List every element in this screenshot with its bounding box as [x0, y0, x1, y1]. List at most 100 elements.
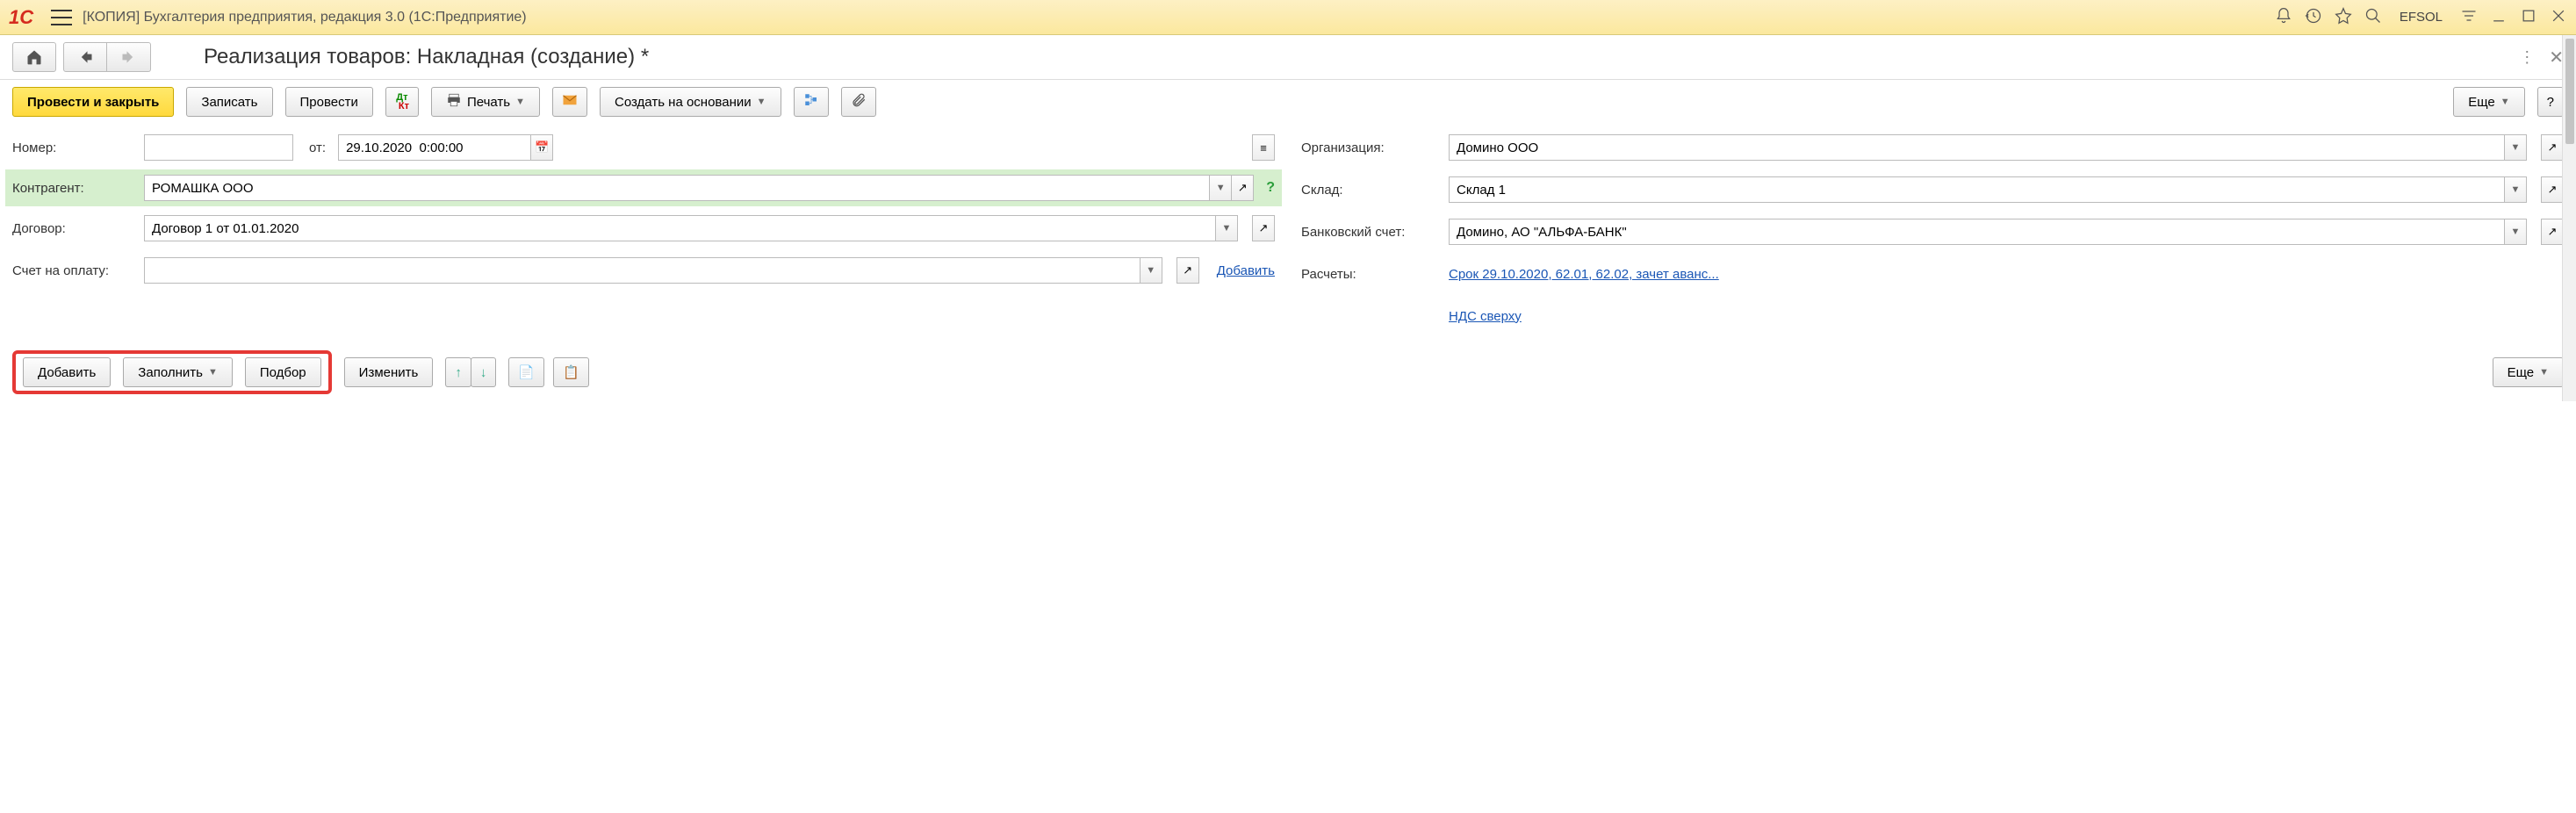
settings-lines-icon[interactable] — [2460, 7, 2478, 27]
help-icon[interactable]: ? — [1266, 180, 1275, 196]
back-button[interactable] — [63, 42, 107, 72]
bank-row: Банковский счет: ▼ ↗ — [1301, 217, 2564, 247]
open-button[interactable]: ↗ — [1231, 175, 1254, 201]
arrow-up-icon: ↑ — [455, 365, 462, 380]
paste-button[interactable]: 📋 — [553, 357, 589, 387]
star-icon[interactable] — [2335, 7, 2352, 27]
page-menu-icon[interactable]: ⋮ — [2519, 48, 2535, 67]
chevron-down-icon: ▼ — [515, 97, 525, 107]
chevron-down-icon: ▼ — [1222, 223, 1232, 234]
table-more-button[interactable]: Еще ▼ — [2493, 357, 2564, 387]
calendar-icon: 📅 — [535, 140, 549, 155]
move-down-button[interactable]: ↓ — [471, 357, 497, 387]
chevron-down-icon: ▼ — [1216, 183, 1226, 193]
scroll-thumb[interactable] — [2565, 39, 2574, 144]
from-label: от: — [309, 140, 326, 155]
copy-button[interactable]: 📄 — [508, 357, 544, 387]
calc-link[interactable]: Срок 29.10.2020, 62.01, 62.02, зачет ава… — [1449, 267, 1719, 282]
more-button[interactable]: Еще ▼ — [2453, 87, 2524, 117]
menu-icon[interactable] — [51, 10, 72, 25]
dtkt-button[interactable]: ДтКт — [385, 87, 419, 117]
dropdown-button[interactable]: ▼ — [1209, 175, 1232, 201]
printer-icon — [446, 92, 462, 112]
pick-button[interactable]: Подбор — [245, 357, 321, 387]
number-input[interactable] — [144, 134, 293, 161]
open-icon: ↗ — [2548, 183, 2558, 197]
bell-icon[interactable] — [2275, 7, 2292, 27]
list-mode-button[interactable]: ≡ — [1252, 134, 1275, 161]
open-button[interactable]: ↗ — [2541, 176, 2564, 203]
warehouse-label: Склад: — [1301, 183, 1442, 198]
chevron-down-icon: ▼ — [2511, 184, 2521, 195]
add-row-button[interactable]: Добавить — [23, 357, 111, 387]
contract-input[interactable] — [144, 215, 1216, 241]
help-button[interactable]: ? — [2537, 87, 2564, 117]
invoice-input[interactable] — [144, 257, 1140, 284]
counterparty-row: Контрагент: ▼ ↗ ? — [5, 169, 1282, 206]
command-toolbar: Провести и закрыть Записать Провести ДтК… — [0, 80, 2576, 124]
print-button[interactable]: Печать ▼ — [431, 87, 540, 117]
dropdown-button[interactable]: ▼ — [2504, 176, 2527, 203]
create-based-label: Создать на основании — [615, 95, 752, 110]
open-button[interactable]: ↗ — [1176, 257, 1199, 284]
open-button[interactable]: ↗ — [1252, 215, 1275, 241]
create-based-button[interactable]: Создать на основании ▼ — [600, 87, 781, 117]
form-area: Номер: от: 📅 ≡ Контрагент: ▼ ↗ ? Договор… — [0, 124, 2576, 343]
envelope-icon — [562, 92, 578, 112]
mail-button[interactable] — [552, 87, 587, 117]
counterparty-label: Контрагент: — [12, 181, 137, 196]
form-right-column: Организация: ▼ ↗ Склад: ▼ ↗ Банковский с… — [1301, 133, 2564, 331]
chevron-down-icon: ▼ — [757, 97, 766, 107]
structure-icon — [803, 92, 819, 112]
user-name: EFSOL — [2400, 10, 2443, 25]
add-invoice-link[interactable]: Добавить — [1217, 263, 1275, 278]
app-title: [КОПИЯ] Бухгалтерия предприятия, редакци… — [83, 10, 2275, 25]
chevron-down-icon: ▼ — [2500, 97, 2510, 107]
org-input[interactable] — [1449, 134, 2505, 161]
bank-input[interactable] — [1449, 219, 2505, 245]
chevron-down-icon: ▼ — [208, 367, 218, 378]
number-label: Номер: — [12, 140, 137, 155]
counterparty-input[interactable] — [144, 175, 1210, 201]
open-icon: ↗ — [2548, 140, 2558, 155]
post-button[interactable]: Провести — [285, 87, 373, 117]
app-logo-icon: 1C — [9, 6, 33, 29]
minimize-icon[interactable] — [2490, 7, 2508, 27]
highlighted-toolbar-group: Добавить Заполнить ▼ Подбор — [12, 350, 332, 394]
dropdown-button[interactable]: ▼ — [1215, 215, 1238, 241]
titlebar: 1C [КОПИЯ] Бухгалтерия предприятия, реда… — [0, 0, 2576, 35]
fill-button[interactable]: Заполнить ▼ — [123, 357, 233, 387]
move-up-button[interactable]: ↑ — [445, 357, 471, 387]
more-label: Еще — [2468, 95, 2495, 110]
open-icon: ↗ — [2548, 225, 2558, 239]
edit-button[interactable]: Изменить — [344, 357, 434, 387]
open-button[interactable]: ↗ — [2541, 134, 2564, 161]
invoice-label: Счет на оплату: — [12, 263, 137, 278]
chevron-down-icon: ▼ — [2511, 227, 2521, 237]
history-icon[interactable] — [2305, 7, 2322, 27]
scrollbar[interactable] — [2562, 35, 2576, 401]
open-button[interactable]: ↗ — [2541, 219, 2564, 245]
maximize-icon[interactable] — [2520, 7, 2537, 27]
org-row: Организация: ▼ ↗ — [1301, 133, 2564, 162]
chevron-down-icon: ▼ — [2539, 367, 2549, 378]
warehouse-input[interactable] — [1449, 176, 2505, 203]
nav-toolbar: Реализация товаров: Накладная (создание)… — [0, 35, 2576, 80]
home-button[interactable] — [12, 42, 56, 72]
arrow-down-icon: ↓ — [480, 365, 487, 380]
forward-button[interactable] — [107, 42, 151, 72]
chevron-down-icon: ▼ — [1146, 265, 1155, 276]
structure-button[interactable] — [794, 87, 829, 117]
vat-row: НДС сверху — [1301, 301, 2564, 331]
calendar-button[interactable]: 📅 — [530, 134, 553, 161]
dropdown-button[interactable]: ▼ — [1140, 257, 1162, 284]
vat-link[interactable]: НДС сверху — [1449, 309, 1522, 324]
post-and-close-button[interactable]: Провести и закрыть — [12, 87, 174, 117]
save-button[interactable]: Записать — [186, 87, 272, 117]
close-window-icon[interactable] — [2550, 7, 2567, 27]
search-icon[interactable] — [2364, 7, 2382, 27]
dropdown-button[interactable]: ▼ — [2504, 219, 2527, 245]
date-input[interactable] — [338, 134, 531, 161]
dropdown-button[interactable]: ▼ — [2504, 134, 2527, 161]
attach-button[interactable] — [841, 87, 876, 117]
